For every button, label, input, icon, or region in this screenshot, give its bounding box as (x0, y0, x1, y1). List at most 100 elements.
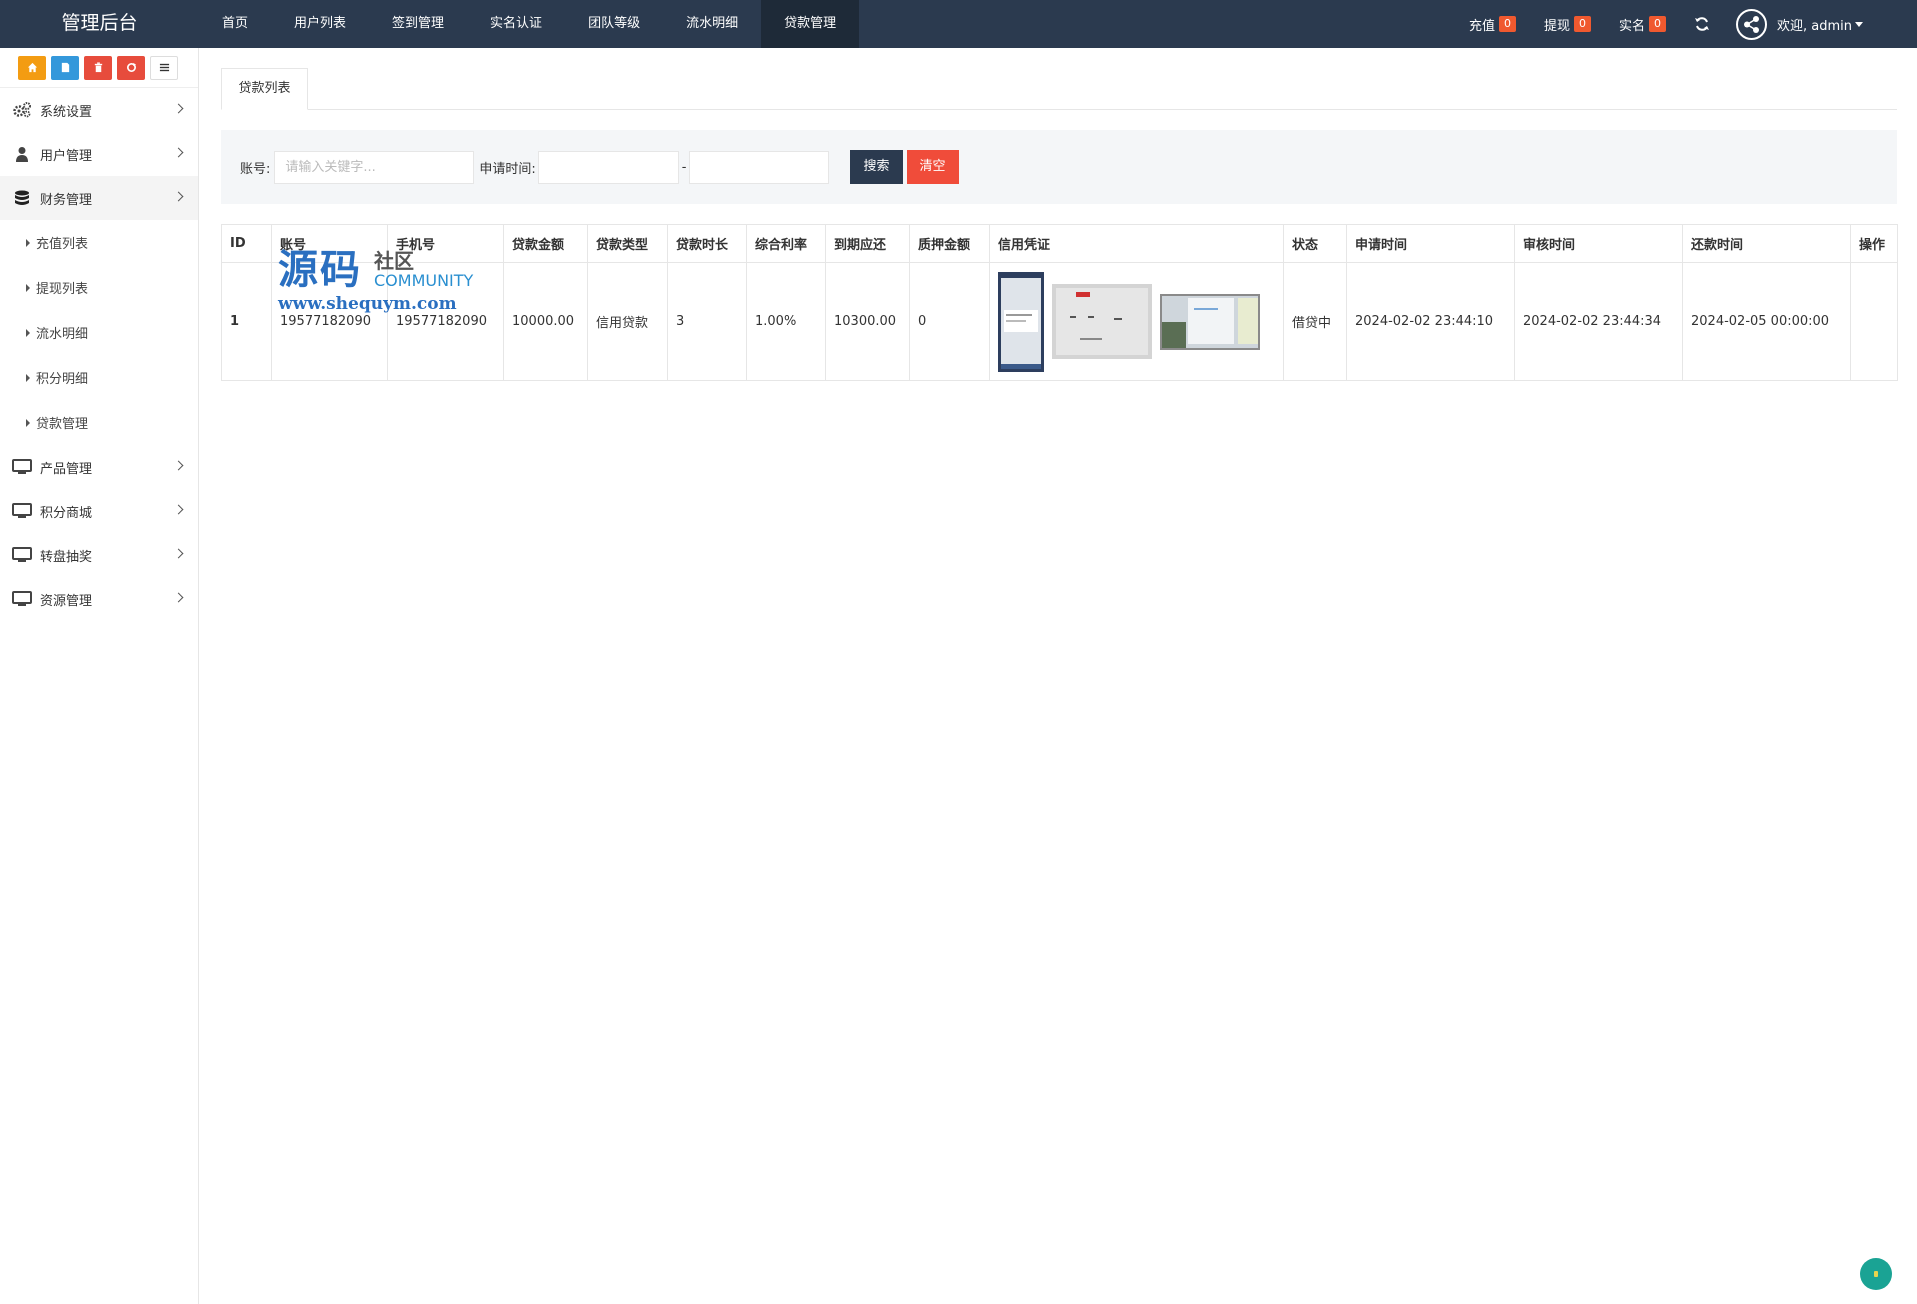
topnav-home[interactable]: 首页 (199, 0, 271, 48)
menu-lucky-wheel[interactable]: 转盘抽奖 (0, 533, 198, 577)
refresh-icon[interactable] (1694, 16, 1710, 32)
col-header-rate: 综合利率 (746, 224, 826, 263)
recharge-badge: 0 (1498, 16, 1516, 32)
document-icon (61, 62, 69, 73)
user-menu[interactable]: 欢迎, admin (1736, 8, 1863, 40)
search-bar: 账号: 申请时间: - 搜索 清空 (221, 130, 1897, 204)
chevron-right-icon (173, 592, 184, 603)
cell-amount: 10000.00 (503, 262, 588, 381)
col-header-status: 状态 (1283, 224, 1347, 263)
withdraw-badge: 0 (1573, 16, 1591, 32)
col-header-credential: 信用凭证 (989, 224, 1284, 263)
cell-repay-time: 2024-02-05 00:00:00 (1682, 262, 1851, 381)
menu-label: 转盘抽奖 (40, 549, 93, 565)
apply-time-label: 申请时间: (479, 161, 536, 177)
menu-user-management[interactable]: 用户管理 (0, 132, 198, 176)
clear-button[interactable]: 清空 (906, 150, 959, 184)
top-bar: 管理后台 首页 用户列表 签到管理 实名认证 团队等级 流水明细 贷款管理 充值… (0, 0, 1917, 48)
credential-image-thumbnail[interactable] (1160, 293, 1261, 350)
menu-product-management[interactable]: 产品管理 (0, 445, 198, 489)
welcome-text: 欢迎, admin (1777, 18, 1852, 34)
menu-label: 产品管理 (40, 461, 93, 477)
submenu-recharge-list[interactable]: 充值列表 (0, 220, 198, 265)
account-label: 账号: (240, 161, 271, 177)
search-button[interactable]: 搜索 (850, 150, 903, 184)
menu-label: 资源管理 (40, 593, 93, 609)
submenu-withdraw-list[interactable]: 提现列表 (0, 265, 198, 310)
cell-credential (989, 262, 1284, 381)
realname-label: 实名 (1618, 18, 1645, 34)
submenu-label: 充值列表 (36, 237, 89, 252)
col-header-due: 到期应还 (825, 224, 910, 263)
cell-type: 信用贷款 (587, 262, 668, 381)
user-icon (12, 146, 32, 162)
chevron-right-icon (173, 191, 184, 202)
caret-right-icon (26, 373, 30, 382)
withdraw-label: 提现 (1543, 18, 1570, 34)
submenu-loan-management[interactable]: 贷款管理 (0, 400, 198, 445)
list-button[interactable] (150, 55, 178, 80)
tab-loan-list[interactable]: 贷款列表 (221, 68, 308, 110)
cell-actions[interactable] (1850, 262, 1898, 381)
brand-title[interactable]: 管理后台 (0, 0, 199, 48)
cell-duration: 3 (667, 262, 747, 381)
cell-review-time: 2024-02-02 23:44:34 (1514, 262, 1683, 381)
topnav-checkin[interactable]: 签到管理 (369, 0, 467, 48)
list-icon (159, 63, 169, 72)
menu-resource-management[interactable]: 资源管理 (0, 577, 198, 621)
monitor-icon (12, 591, 32, 607)
credential-image-thumbnail[interactable] (998, 271, 1044, 372)
caret-right-icon (26, 328, 30, 337)
submenu-label: 提现列表 (36, 282, 89, 297)
menu-label: 积分商城 (40, 505, 93, 521)
menu-points-mall[interactable]: 积分商城 (0, 489, 198, 533)
submenu-points-detail[interactable]: 积分明细 (0, 355, 198, 400)
col-header-actions: 操作 (1850, 224, 1898, 263)
col-header-type: 贷款类型 (587, 224, 668, 263)
topnav-user-list[interactable]: 用户列表 (271, 0, 369, 48)
recycle-icon (126, 62, 136, 72)
document-button[interactable] (51, 55, 79, 80)
home-icon (27, 62, 37, 73)
col-header-amount: 贷款金额 (503, 224, 588, 263)
top-right: 充值 0 提现 0 实名 0 欢迎, admin (1469, 0, 1917, 48)
apply-time-end-input[interactable] (689, 150, 830, 184)
realname-notice[interactable]: 实名 0 (1619, 15, 1666, 34)
col-header-pledge: 质押金额 (909, 224, 990, 263)
topnav-realname[interactable]: 实名认证 (467, 0, 565, 48)
trash-icon (94, 62, 102, 73)
top-nav: 首页 用户列表 签到管理 实名认证 团队等级 流水明细 贷款管理 (199, 0, 860, 48)
col-header-review-time: 审核时间 (1514, 224, 1683, 263)
caret-right-icon (26, 238, 30, 247)
apply-time-start-input[interactable] (537, 150, 679, 184)
gears-icon (12, 102, 32, 118)
date-range-dash: - (681, 159, 687, 175)
tab-bar: 贷款列表 (221, 68, 1897, 110)
withdraw-notice[interactable]: 提现 0 (1544, 15, 1591, 34)
chevron-right-icon (173, 548, 184, 559)
caret-right-icon (26, 283, 30, 292)
chevron-right-icon (173, 147, 184, 158)
menu-finance[interactable]: 财务管理 (0, 176, 198, 220)
recycle-button[interactable] (117, 55, 145, 80)
floating-action-button[interactable] (1860, 1258, 1892, 1290)
loan-table: ID 账号 手机号 贷款金额 贷款类型 贷款时长 综合利率 到期应还 质押金额 … (221, 224, 1898, 381)
col-header-duration: 贷款时长 (667, 224, 747, 263)
delete-button[interactable] (84, 55, 112, 80)
menu-label: 系统设置 (40, 104, 93, 120)
recharge-notice[interactable]: 充值 0 (1469, 15, 1516, 34)
menu-system-settings[interactable]: 系统设置 (0, 88, 198, 132)
submenu-flow-detail[interactable]: 流水明细 (0, 310, 198, 355)
submenu-label: 积分明细 (36, 372, 89, 387)
account-search-input[interactable] (274, 150, 475, 184)
cell-phone: 19577182090 (387, 262, 504, 381)
col-header-repay-time: 还款时间 (1682, 224, 1851, 263)
credential-image-thumbnail[interactable] (1052, 284, 1153, 359)
home-button[interactable] (18, 55, 46, 80)
submenu-label: 流水明细 (36, 327, 89, 342)
topnav-team-level[interactable]: 团队等级 (565, 0, 663, 48)
realname-badge: 0 (1649, 16, 1666, 32)
topnav-flow[interactable]: 流水明细 (663, 0, 761, 48)
topnav-loans[interactable]: 贷款管理 (761, 0, 860, 48)
chevron-right-icon (173, 460, 184, 471)
